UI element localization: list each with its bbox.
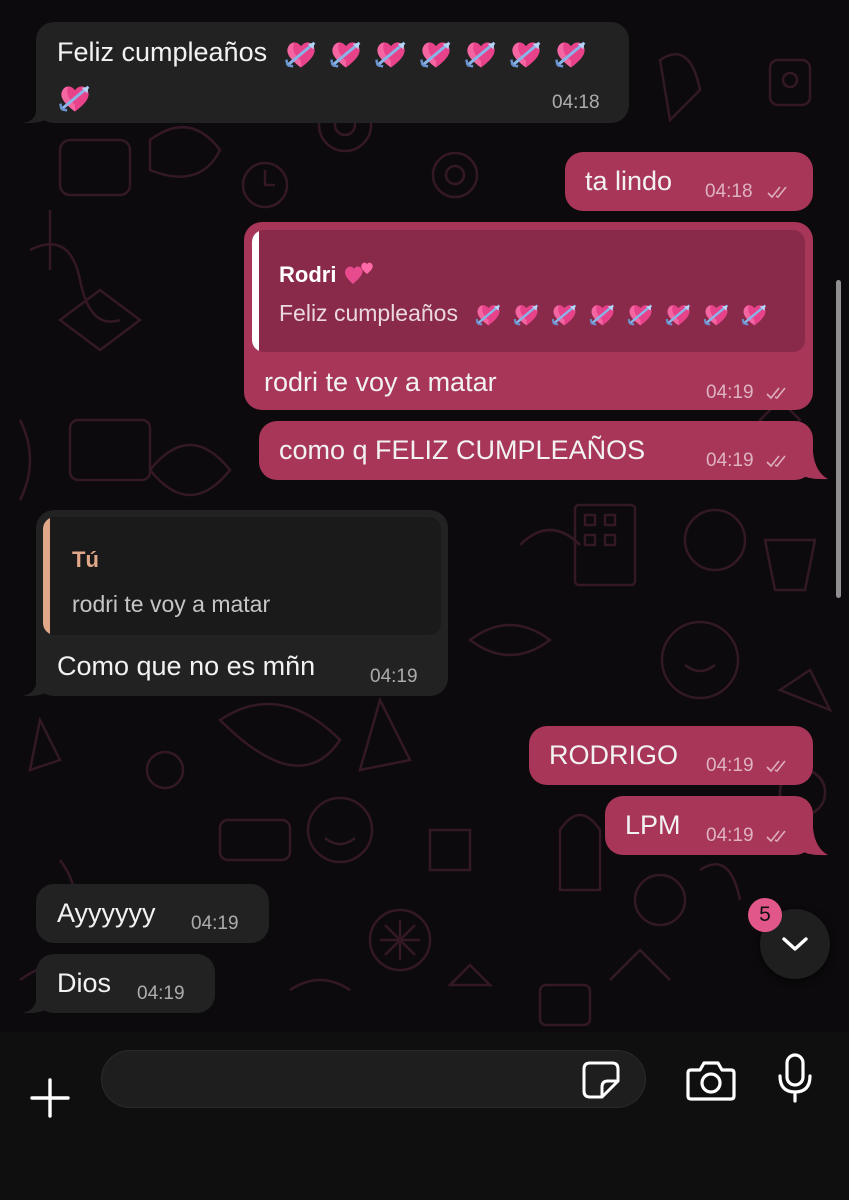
message-text: RODRIGO [549,740,679,770]
message-input[interactable] [101,1050,646,1108]
sticker-icon[interactable] [580,1059,622,1101]
message-time: 04:19 [137,983,185,1004]
message-bubble-incoming[interactable]: Feliz cumpleaños 04:18 [36,22,629,123]
message-bubble-incoming[interactable]: Ayyyyyy 04:19 [36,884,269,943]
heart-with-arrow-icon [374,41,406,68]
heart-with-arrow-icon [554,41,586,68]
read-receipt-icon [767,186,787,199]
heart-with-arrow-icon [464,41,496,68]
bubble-tail [800,828,828,856]
heart-with-arrow-icon [419,41,451,68]
message-text: Feliz cumpleaños [57,36,598,72]
quote-bar [43,517,50,635]
quote-text: Feliz cumpleaños [279,300,778,329]
message-time: 04:19 [706,382,754,403]
read-receipt-icon [766,455,786,468]
message-bubble-outgoing[interactable]: RODRIGO 04:19 [529,726,813,785]
message-time: 04:19 [191,913,239,934]
chevron-down-icon [782,937,808,951]
message-bubble-incoming-reply[interactable]: Tú rodri te voy a matar Como que no es m… [36,510,448,696]
message-text: como q FELIZ CUMPLEAÑOS [279,435,646,465]
quote-author: Tú [72,547,99,572]
quote-text: rodri te voy a matar [72,591,271,617]
scrollbar[interactable] [836,280,841,598]
message-bubble-outgoing[interactable]: como q FELIZ CUMPLEAÑOS 04:19 [259,421,813,480]
unread-count-badge: 5 [748,898,782,932]
heart-with-arrow-icon [590,304,615,326]
heart-with-arrow-icon [329,41,361,68]
read-receipt-icon [766,830,786,843]
message-text: LPM [625,810,681,840]
message-text: rodri te voy a matar [264,367,497,397]
quote-bar [252,230,259,352]
quoted-message[interactable]: Rodri Feliz cumpleaños [252,230,805,352]
bubble-tail [22,670,50,697]
quote-text-content: Feliz cumpleaños [279,300,458,326]
message-text: Dios [57,968,112,998]
bubble-tail [800,452,828,480]
message-text-content: Feliz cumpleaños [57,37,268,68]
quote-author: Rodri [279,260,377,288]
heart-with-arrow-icon [742,304,767,326]
bubble-tail [22,98,50,124]
message-text-wrap [57,80,102,116]
message-time: 04:19 [706,755,754,776]
message-bubble-outgoing-reply[interactable]: Rodri Feliz cumpleaños rodri te voy a ma… [244,222,813,410]
heart-with-arrow-icon [666,304,691,326]
heart-with-arrow-icon [514,304,539,326]
message-time: 04:19 [706,825,754,846]
message-text: ta lindo [585,166,673,196]
heart-with-arrow-icon [476,304,501,326]
message-bubble-outgoing[interactable]: LPM 04:19 [605,796,813,855]
heart-with-arrow-icon [628,304,653,326]
message-time: 04:19 [706,450,754,471]
microphone-icon[interactable] [776,1052,814,1104]
bubble-tail [22,987,50,1014]
message-time: 04:18 [552,92,600,113]
message-text: Como que no es mñn [57,651,316,681]
heart-with-arrow-icon [552,304,577,326]
read-receipt-icon [766,387,786,400]
message-time: 04:18 [705,181,753,202]
plus-icon[interactable] [28,1076,72,1120]
heart-with-arrow-icon [704,304,729,326]
quoted-message[interactable]: Tú rodri te voy a matar [43,517,441,635]
chat-area[interactable]: Feliz cumpleaños 04:18 ta lindo 04:18 Ro… [0,0,849,1032]
two-hearts-icon [344,262,373,284]
quote-author-name: Rodri [279,262,337,287]
message-text: Ayyyyyy [57,898,156,928]
message-bubble-incoming[interactable]: Dios 04:19 [36,954,215,1013]
message-time: 04:19 [370,666,418,687]
message-bubble-outgoing[interactable]: ta lindo 04:18 [565,152,813,211]
heart-with-arrow-icon [284,41,316,68]
heart-with-arrow-icon [59,85,90,112]
read-receipt-icon [766,760,786,773]
camera-icon[interactable] [685,1058,737,1102]
heart-with-arrow-icon [509,41,541,68]
